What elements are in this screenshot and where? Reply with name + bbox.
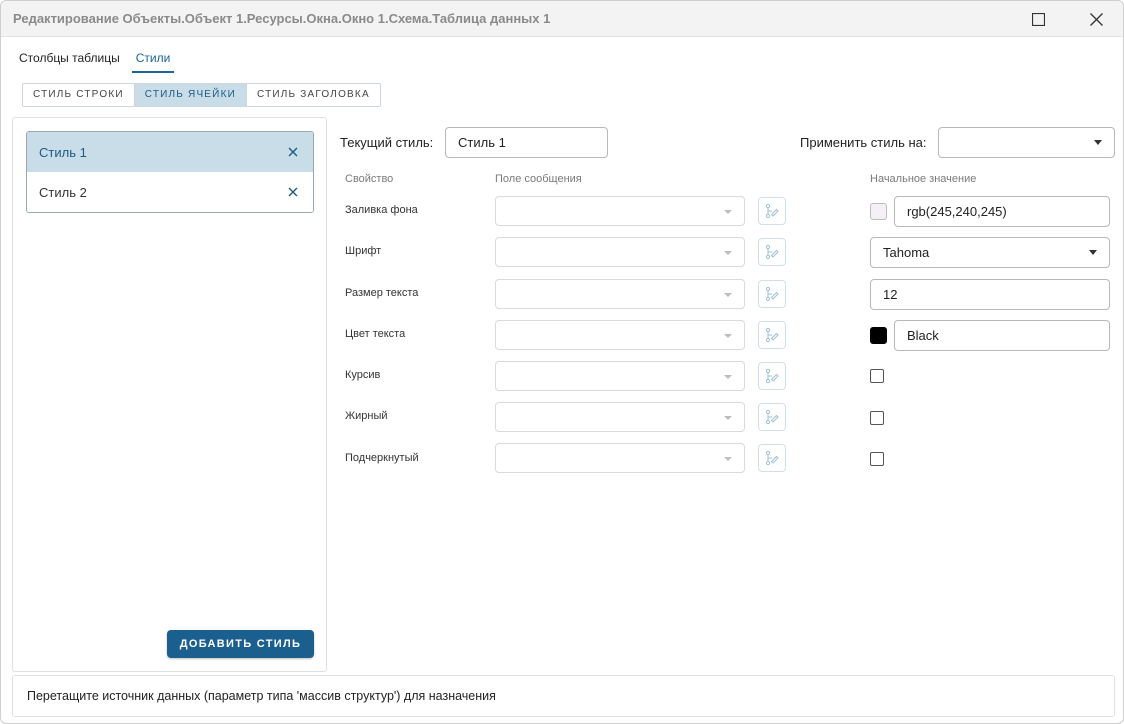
bold-checkbox[interactable]: [870, 411, 884, 425]
chevron-down-icon: [1089, 250, 1097, 255]
styles-list: Стиль 1 Стиль 2: [26, 131, 314, 213]
tab-styles[interactable]: Стили: [131, 51, 175, 73]
maximize-button[interactable]: [1023, 5, 1053, 33]
close-icon: [288, 187, 298, 197]
text-size-input[interactable]: 12: [870, 279, 1110, 310]
message-field-select[interactable]: [495, 237, 745, 267]
bind-icon: [765, 244, 779, 260]
property-label: Жирный: [345, 410, 388, 422]
close-icon: [1089, 12, 1103, 26]
property-label: Шрифт: [345, 245, 382, 257]
message-field-select[interactable]: [495, 320, 745, 350]
chevron-down-icon: [724, 293, 732, 297]
property-label: Подчеркнутый: [345, 452, 419, 464]
property-label: Размер текста: [345, 287, 419, 299]
bind-icon: [765, 286, 779, 302]
color-swatch[interactable]: [870, 203, 887, 220]
current-style-input[interactable]: Стиль 1: [445, 127, 608, 158]
column-header-message-field: Поле сообщения: [495, 173, 582, 185]
bind-icon: [765, 368, 779, 384]
chevron-down-icon: [724, 416, 732, 420]
bind-icon: [765, 450, 779, 466]
column-header-property: Свойство: [345, 173, 394, 185]
list-item[interactable]: Стиль 2: [27, 172, 313, 212]
styles-panel: Стиль 1 Стиль 2 ДОБАВИТЬ СТИЛЬ: [12, 117, 327, 672]
list-item[interactable]: Стиль 1: [27, 132, 313, 172]
bind-source-button[interactable]: [758, 321, 786, 349]
close-icon: [288, 147, 298, 157]
top-tabs: Столбцы таблицы Стили: [17, 51, 175, 73]
delete-style-button[interactable]: [285, 184, 301, 200]
font-value: Tahoma: [883, 245, 930, 260]
bind-icon: [765, 203, 779, 219]
delete-style-button[interactable]: [285, 144, 301, 160]
current-style-label: Текущий стиль:: [340, 135, 434, 150]
style-type-tabs: СТИЛЬ СТРОКИ СТИЛЬ ЯЧЕЙКИ СТИЛЬ ЗАГОЛОВК…: [22, 83, 381, 107]
chevron-down-icon: [724, 457, 732, 461]
title-bar: Редактирование Объекты.Объект 1.Ресурсы.…: [1, 1, 1123, 37]
tab-header-style[interactable]: СТИЛЬ ЗАГОЛОВКА: [246, 84, 380, 106]
bind-icon: [765, 327, 779, 343]
apply-style-label: Применить стиль на:: [800, 135, 927, 150]
property-label: Курсив: [345, 369, 381, 381]
message-field-select[interactable]: [495, 402, 745, 432]
property-label: Цвет текста: [345, 328, 406, 340]
italic-checkbox[interactable]: [870, 369, 884, 383]
message-field-select[interactable]: [495, 279, 745, 309]
window-title: Редактирование Объекты.Объект 1.Ресурсы.…: [13, 11, 551, 26]
text-color-input[interactable]: Black: [894, 320, 1110, 351]
drop-hint: Перетащите источник данных (параметр тип…: [12, 675, 1115, 717]
close-button[interactable]: [1081, 5, 1111, 33]
add-style-button[interactable]: ДОБАВИТЬ СТИЛЬ: [167, 630, 314, 658]
style-item-label: Стиль 2: [39, 184, 87, 200]
font-select[interactable]: Tahoma: [870, 237, 1110, 268]
underline-checkbox[interactable]: [870, 452, 884, 466]
chevron-down-icon: [724, 251, 732, 255]
dialog-window: Редактирование Объекты.Объект 1.Ресурсы.…: [0, 0, 1124, 724]
message-field-select[interactable]: [495, 361, 745, 391]
style-item-label: Стиль 1: [39, 144, 87, 160]
bind-source-button[interactable]: [758, 403, 786, 431]
property-label: Заливка фона: [345, 204, 418, 216]
apply-style-select[interactable]: [938, 127, 1115, 158]
bind-source-button[interactable]: [758, 280, 786, 308]
color-swatch[interactable]: [870, 327, 887, 344]
tab-table-columns[interactable]: Столбцы таблицы: [17, 51, 122, 73]
chevron-down-icon: [1094, 140, 1102, 145]
bind-source-button[interactable]: [758, 362, 786, 390]
chevron-down-icon: [724, 210, 732, 214]
tab-cell-style[interactable]: СТИЛЬ ЯЧЕЙКИ: [134, 84, 247, 106]
bind-source-button[interactable]: [758, 197, 786, 225]
bind-source-button[interactable]: [758, 444, 786, 472]
chevron-down-icon: [724, 375, 732, 379]
message-field-select[interactable]: [495, 443, 745, 473]
tab-row-style[interactable]: СТИЛЬ СТРОКИ: [23, 84, 135, 106]
column-header-initial-value: Начальное значение: [870, 173, 977, 185]
maximize-icon: [1031, 12, 1045, 26]
chevron-down-icon: [724, 334, 732, 338]
bind-source-button[interactable]: [758, 238, 786, 266]
bind-icon: [765, 409, 779, 425]
initial-value-input[interactable]: rgb(245,240,245): [894, 196, 1110, 227]
message-field-select[interactable]: [495, 196, 745, 226]
